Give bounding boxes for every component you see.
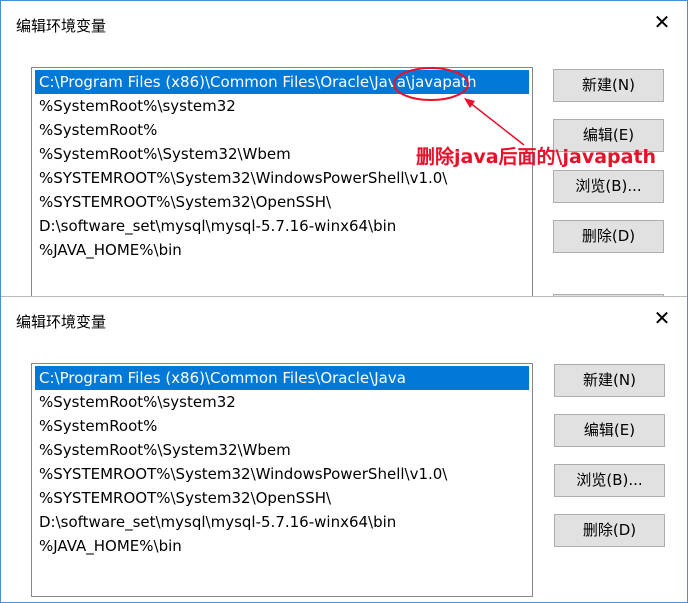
list-item[interactable]: %SystemRoot%\system32 [35,390,529,414]
dialog-title: 编辑环境变量 [16,17,107,35]
edit-button[interactable]: 编辑(E) [554,414,665,447]
browse-button[interactable]: 浏览(B)... [553,170,664,203]
list-item[interactable]: %SYSTEMROOT%\System32\WindowsPowerShell\… [35,462,529,486]
list-item[interactable]: C:\Program Files (x86)\Common Files\Orac… [35,70,529,94]
new-button[interactable]: 新建(N) [553,69,664,102]
list-item[interactable]: %SystemRoot% [35,414,529,438]
title-bar: 编辑环境变量 ✕ [1,1,687,47]
list-item[interactable]: %JAVA_HOME%\bin [35,534,529,558]
list-item[interactable]: C:\Program Files (x86)\Common Files\Orac… [35,366,529,390]
title-bar: 编辑环境变量 ✕ [1,297,687,343]
dialog-body: 编辑环境变量 ✕ C:\Program Files (x86)\Common F… [1,296,687,602]
list-item[interactable]: D:\software_set\mysql\mysql-5.7.16-winx6… [35,214,529,238]
new-button[interactable]: 新建(N) [554,364,665,397]
list-item[interactable]: %SystemRoot%\System32\Wbem [35,438,529,462]
list-item[interactable]: %SYSTEMROOT%\System32\OpenSSH\ [35,190,529,214]
edit-env-dialog-before: 编辑环境变量 ✕ C:\Program Files (x86)\Common F… [1,1,687,296]
dialog-title: 编辑环境变量 [16,313,107,331]
annotation-text: 删除java后面的\javapath [416,146,657,168]
list-item[interactable]: %SYSTEMROOT%\System32\WindowsPowerShell\… [35,166,529,190]
browse-button[interactable]: 浏览(B)... [554,464,665,497]
close-icon[interactable]: ✕ [651,307,673,329]
delete-button[interactable]: 删除(D) [553,220,664,253]
list-item[interactable]: %SYSTEMROOT%\System32\OpenSSH\ [35,486,529,510]
path-list[interactable]: C:\Program Files (x86)\Common Files\Orac… [31,67,533,296]
list-item[interactable]: %JAVA_HOME%\bin [35,238,529,262]
list-item[interactable]: D:\software_set\mysql\mysql-5.7.16-winx6… [35,510,529,534]
list-item[interactable]: %SystemRoot% [35,118,529,142]
close-icon[interactable]: ✕ [651,11,673,33]
path-list[interactable]: C:\Program Files (x86)\Common Files\Orac… [31,363,533,597]
list-item[interactable]: %SystemRoot%\system32 [35,94,529,118]
edit-env-dialog-after: 编辑环境变量 ✕ C:\Program Files (x86)\Common F… [1,296,687,602]
delete-button[interactable]: 删除(D) [554,514,665,547]
